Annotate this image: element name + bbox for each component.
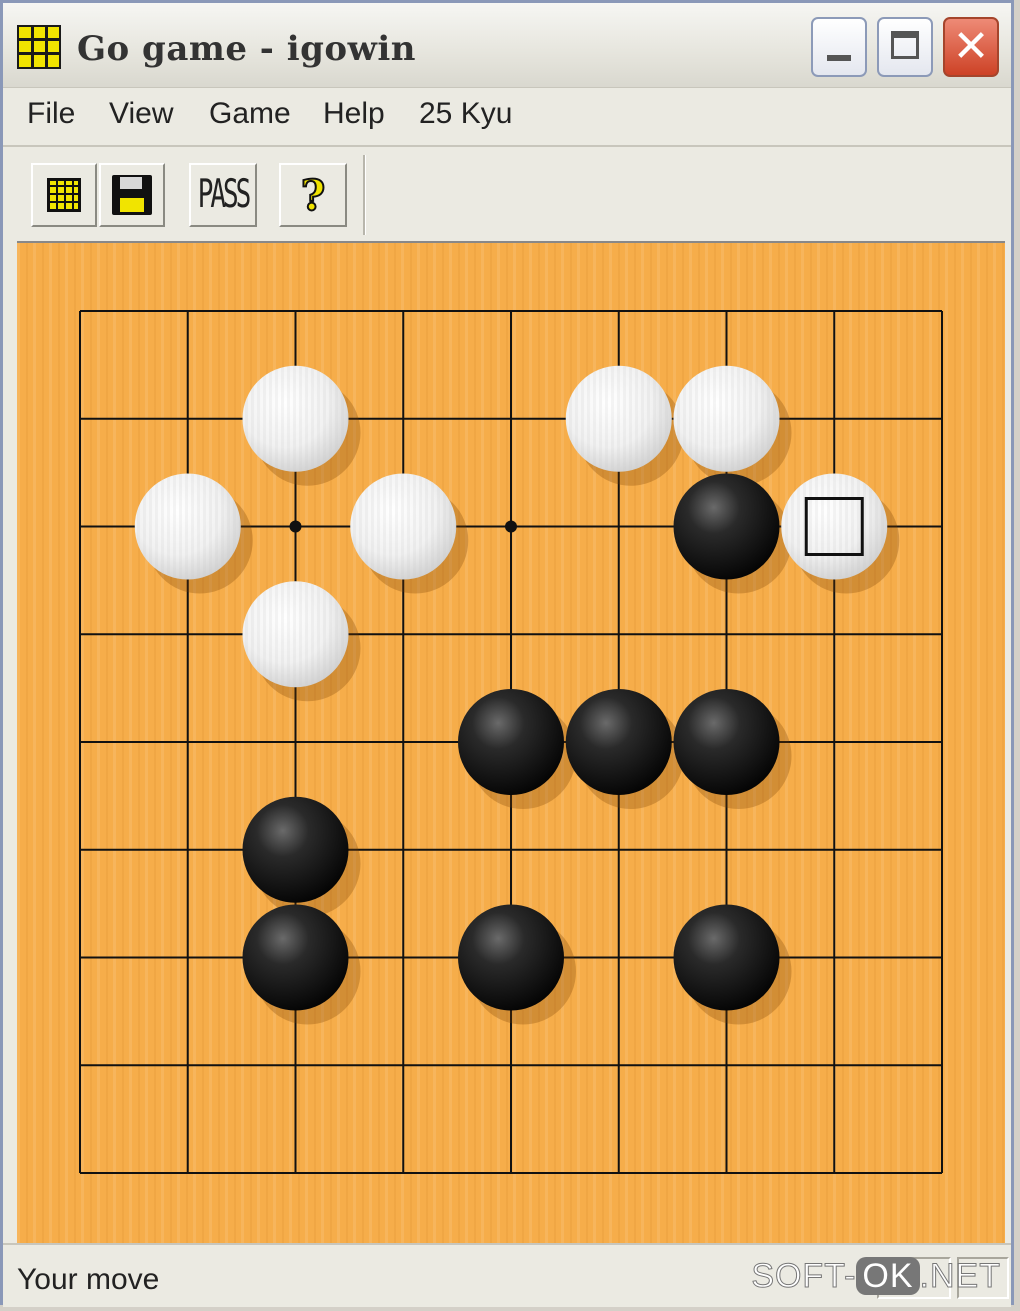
help-button[interactable]: ? [279,163,347,227]
window-title: Go game - igowin [77,29,417,69]
pass-label: PASS [197,172,252,218]
menu-help[interactable]: Help [323,97,385,131]
black-stone[interactable] [673,904,780,1011]
watermark: SOFT- OK .NET [751,1257,1001,1296]
board-canvas[interactable] [17,243,1005,1243]
pass-button[interactable]: PASS [189,163,257,227]
maximize-button[interactable] [877,17,933,77]
white-stone[interactable] [242,365,349,472]
toolbar: PASS ? [3,149,1011,241]
black-stone[interactable] [673,689,780,795]
watermark-text: SOFT- [751,1257,857,1296]
menu-view[interactable]: View [109,97,173,131]
white-stone[interactable] [781,473,888,580]
black-stone[interactable] [673,473,780,580]
watermark-ok: OK [856,1257,920,1295]
menu-game[interactable]: Game [209,97,291,131]
menu-level[interactable]: 25 Kyu [419,97,512,131]
question-mark-icon: ? [300,170,327,221]
status-text: Your move [17,1263,160,1296]
black-stone[interactable] [458,689,564,795]
grid-app-icon[interactable] [17,25,61,69]
menu-file[interactable]: File [27,97,75,131]
title-bar[interactable]: Go game - igowin ✕ [3,3,1011,88]
black-stone[interactable] [242,904,349,1011]
black-stone[interactable] [458,904,564,1011]
grid-icon [47,178,81,212]
white-stone[interactable] [565,365,672,472]
new-game-button[interactable] [31,163,97,227]
white-stone[interactable] [350,473,457,580]
close-icon: ✕ [952,21,990,72]
menu-bar: File View Game Help 25 Kyu [3,89,1011,147]
toolbar-divider [363,155,366,235]
close-button[interactable]: ✕ [943,17,999,77]
app-window: Go game - igowin ✕ File View Game Help 2… [0,0,1014,1307]
go-board[interactable] [17,241,1005,1243]
white-stone[interactable] [242,581,349,688]
floppy-disk-icon [112,175,152,215]
black-stone[interactable] [242,796,349,903]
white-stone[interactable] [134,473,241,580]
watermark-suffix: .NET [919,1257,1001,1296]
minimize-button[interactable] [811,17,867,77]
star-point [289,520,302,533]
white-stone[interactable] [673,365,780,472]
black-stone[interactable] [565,689,672,795]
star-point [505,520,517,533]
save-button[interactable] [99,163,165,227]
